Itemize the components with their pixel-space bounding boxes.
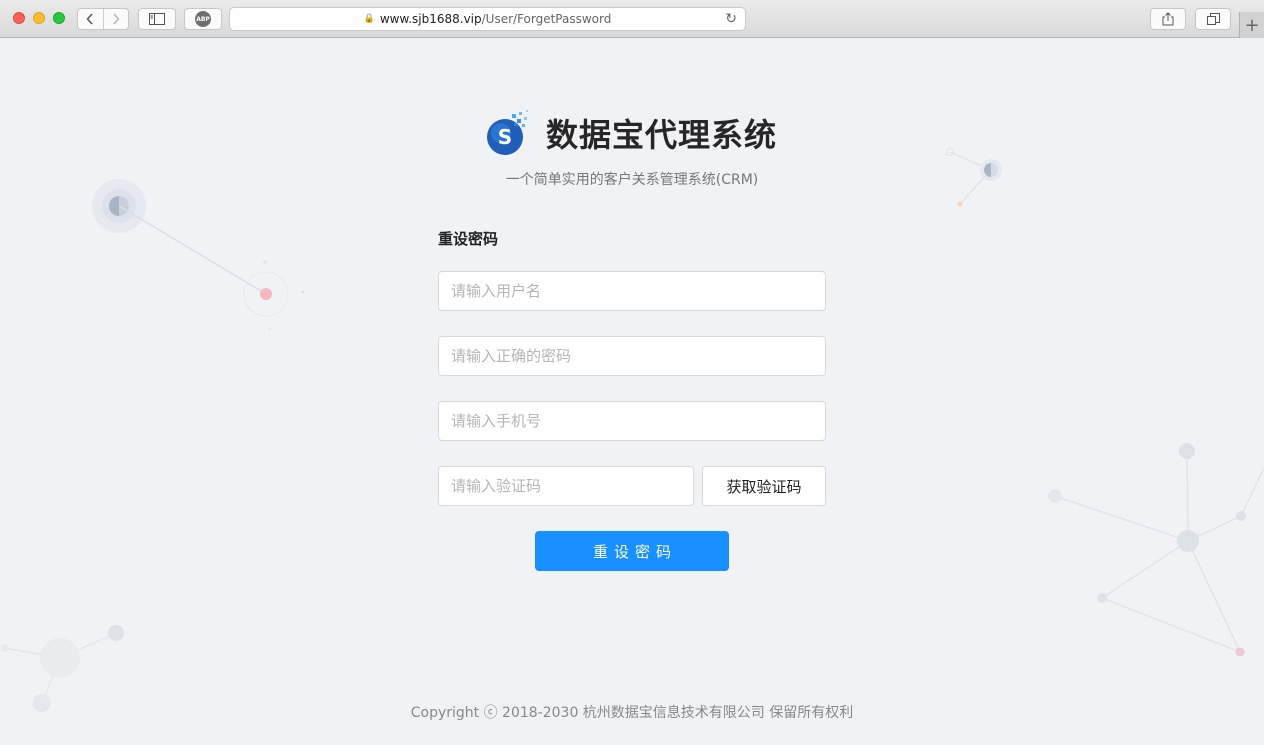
window-minimize-button[interactable] [33,12,45,24]
address-bar[interactable]: 🔒 www.sjb1688.vip/User/ForgetPassword ↻ [229,7,746,31]
url-path: /User/ForgetPassword [481,12,612,26]
plus-icon: + [1244,14,1260,36]
new-tab-button[interactable]: + [1239,12,1264,38]
reset-password-form: 重设密码 获取验证码 重设密码 [438,228,826,571]
window-close-button[interactable] [13,12,25,24]
password-input[interactable] [438,336,826,376]
sidebar-icon [149,13,165,25]
brand: S 数据宝代理系统 [486,110,777,156]
forward-button[interactable] [102,9,128,29]
reset-password-button[interactable]: 重设密码 [535,531,729,571]
show-tabs-button[interactable] [1195,8,1231,30]
chevron-left-icon [86,13,94,25]
form-title: 重设密码 [438,230,499,248]
url-host: www.sjb1688.vip [379,12,482,26]
username-input[interactable] [438,271,826,311]
svg-text:S: S [498,125,512,149]
phone-input[interactable] [438,401,826,441]
reload-icon[interactable]: ↻ [725,11,737,27]
navigation-buttons [77,8,129,30]
page: S 数据宝代理系统 一个简单实用的客户关系管理系统(CRM) 重设密码 获取验证… [0,38,1264,745]
logo-icon: S [487,110,528,155]
chevron-right-icon [113,13,120,25]
back-button[interactable] [78,9,103,29]
share-button[interactable] [1150,8,1186,30]
get-code-button[interactable]: 获取验证码 [702,466,826,506]
lock-icon: 🔒 [363,14,375,24]
adblock-icon: ABP [195,11,211,27]
window-maximize-button[interactable] [53,12,65,24]
app-title: 数据宝代理系统 [546,116,778,154]
tabs-icon [1206,13,1220,25]
copyright-footer: Copyright ⓒ 2018-2030 杭州数据宝信息技术有限公司 保留所有… [410,705,854,721]
browser-toolbar: ABP 🔒 www.sjb1688.vip/User/ForgetPasswor… [0,0,1264,38]
share-icon [1162,12,1174,26]
app-subtitle: 一个简单实用的客户关系管理系统(CRM) [505,172,759,188]
adblock-button[interactable]: ABP [184,8,222,30]
sidebar-toggle-button[interactable] [138,8,176,30]
verification-code-input[interactable] [438,466,694,506]
